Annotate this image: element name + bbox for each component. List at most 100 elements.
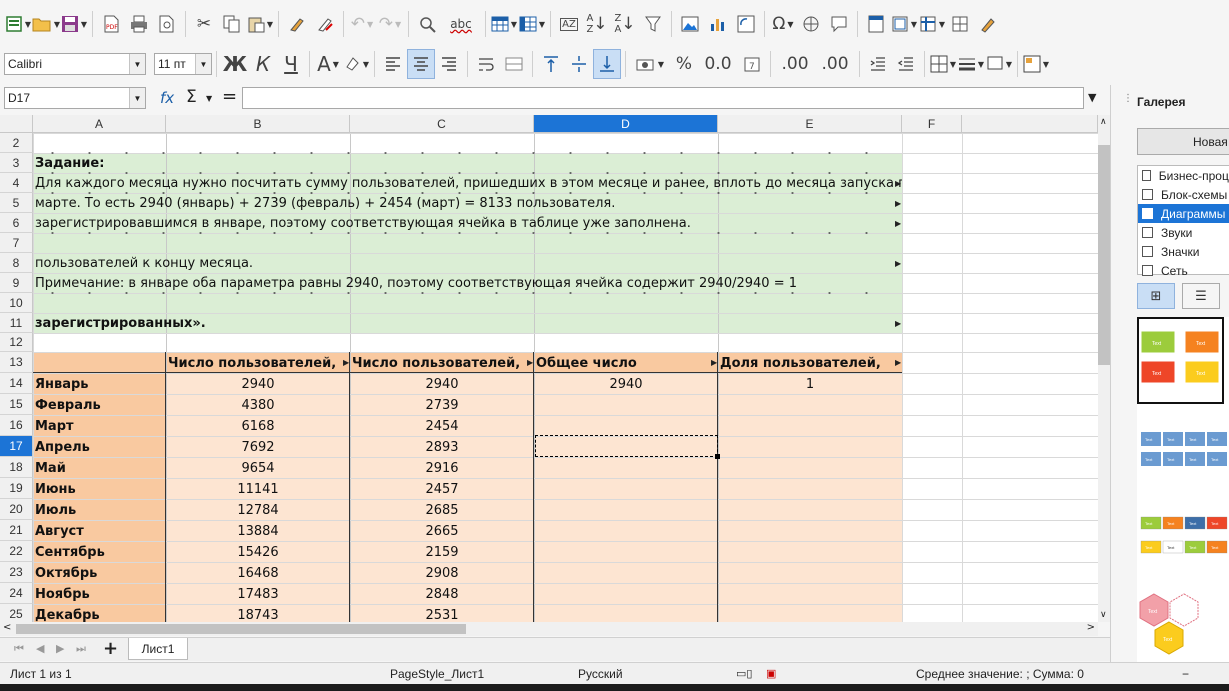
row-header[interactable]: 16 bbox=[0, 415, 33, 436]
month-cell[interactable]: Декабрь bbox=[33, 604, 166, 622]
row-header[interactable]: 25 bbox=[0, 604, 33, 622]
print-icon[interactable] bbox=[125, 9, 153, 39]
data-cell[interactable]: 6168 bbox=[166, 415, 350, 436]
row-header[interactable]: 10 bbox=[0, 293, 33, 313]
row-header[interactable]: 21 bbox=[0, 520, 33, 541]
chevron-left-icon[interactable]: < bbox=[3, 622, 11, 633]
bold-button[interactable]: Ж bbox=[221, 49, 249, 79]
data-cell[interactable]: 2940 bbox=[534, 373, 718, 394]
border-color-icon[interactable]: ▼ bbox=[985, 49, 1013, 79]
add-sheet-icon[interactable]: + bbox=[103, 638, 118, 659]
data-cell[interactable]: 2916 bbox=[350, 457, 534, 478]
data-cell[interactable]: 18743 bbox=[166, 604, 350, 622]
icon-view-icon[interactable]: ⊞ bbox=[1137, 283, 1175, 309]
data-cell[interactable]: 2739 bbox=[350, 394, 534, 415]
data-cell[interactable] bbox=[534, 583, 718, 604]
row-header[interactable]: 3 bbox=[0, 153, 33, 173]
data-cell[interactable] bbox=[718, 541, 902, 562]
task-text[interactable]: марте. То есть 2940 (январь) + 2739 (фев… bbox=[33, 193, 902, 213]
page-style[interactable]: PageStyle_Лист1 bbox=[390, 667, 484, 681]
row-header[interactable]: 9 bbox=[0, 273, 33, 293]
chart-icon[interactable] bbox=[704, 9, 732, 39]
data-cell[interactable] bbox=[534, 394, 718, 415]
data-cell[interactable]: 2159 bbox=[350, 541, 534, 562]
data-cell[interactable]: 2848 bbox=[350, 583, 534, 604]
month-cell[interactable]: Август bbox=[33, 520, 166, 541]
data-cell[interactable]: 2665 bbox=[350, 520, 534, 541]
decrease-indent-icon[interactable] bbox=[892, 49, 920, 79]
align-right-icon[interactable] bbox=[435, 49, 463, 79]
theme-item[interactable]: Звуки bbox=[1138, 223, 1229, 242]
data-cell[interactable]: 7692 bbox=[166, 436, 350, 457]
align-top-icon[interactable] bbox=[537, 49, 565, 79]
data-cell[interactable]: 2531 bbox=[350, 604, 534, 622]
detail-view-icon[interactable]: ☰ bbox=[1182, 283, 1220, 309]
data-cell[interactable] bbox=[718, 415, 902, 436]
row-header[interactable]: 17 bbox=[0, 436, 33, 457]
add-decimal-icon[interactable]: .00 bbox=[775, 49, 815, 79]
spreadsheet-grid[interactable]: A B C D E F 2 3 4 5 6 7 8 9 10 11 12 13 14 15 16 17 18 19 20 21 22… bbox=[0, 115, 1098, 622]
split-window-icon[interactable] bbox=[946, 9, 974, 39]
data-cell[interactable] bbox=[718, 520, 902, 541]
data-cell[interactable] bbox=[534, 499, 718, 520]
row-header[interactable]: 8 bbox=[0, 253, 33, 273]
data-cell[interactable] bbox=[718, 436, 902, 457]
open-icon[interactable]: ▼ bbox=[32, 9, 60, 39]
currency-format-icon[interactable]: ▼ bbox=[630, 49, 670, 79]
row-header[interactable]: 15 bbox=[0, 394, 33, 415]
last-sheet-icon[interactable]: ⏭ bbox=[76, 642, 86, 656]
clear-format-icon[interactable] bbox=[311, 9, 339, 39]
data-cell[interactable] bbox=[718, 583, 902, 604]
row-icon[interactable]: ▼ bbox=[490, 9, 518, 39]
row-header[interactable]: 24 bbox=[0, 583, 33, 604]
paste-icon[interactable]: ▼ bbox=[246, 9, 274, 39]
data-cell[interactable] bbox=[718, 562, 902, 583]
clone-format-icon[interactable] bbox=[283, 9, 311, 39]
percent-format-icon[interactable]: % bbox=[670, 49, 698, 79]
row-header[interactable]: 11 bbox=[0, 313, 33, 333]
align-bottom-icon[interactable] bbox=[593, 49, 621, 79]
borders-icon[interactable]: ▼ bbox=[929, 49, 957, 79]
table-header[interactable]: Доля пользователей, bbox=[718, 352, 902, 373]
copy-icon[interactable] bbox=[218, 9, 246, 39]
align-middle-icon[interactable] bbox=[565, 49, 593, 79]
row-header[interactable]: 2 bbox=[0, 133, 33, 153]
theme-item[interactable]: Бизнес-процессы bbox=[1138, 166, 1229, 185]
column-header-a[interactable]: A bbox=[33, 115, 166, 133]
table-header[interactable]: Число пользователей, bbox=[166, 352, 350, 373]
row-header[interactable]: 13 bbox=[0, 352, 33, 373]
month-cell[interactable]: Октябрь bbox=[33, 562, 166, 583]
export-pdf-icon[interactable]: PDF bbox=[97, 9, 125, 39]
show-draw-functions-icon[interactable] bbox=[974, 9, 1002, 39]
previous-sheet-icon[interactable]: ◀ bbox=[36, 642, 44, 655]
delete-decimal-icon[interactable]: .00 bbox=[815, 49, 855, 79]
chevron-up-icon[interactable]: ∧ bbox=[1100, 117, 1107, 127]
month-cell[interactable]: Сентябрь bbox=[33, 541, 166, 562]
data-cell[interactable]: 2685 bbox=[350, 499, 534, 520]
column-icon[interactable]: ▼ bbox=[518, 9, 546, 39]
print-preview-icon[interactable] bbox=[153, 9, 181, 39]
theme-item[interactable]: Значки bbox=[1138, 242, 1229, 261]
fill-handle[interactable] bbox=[715, 454, 720, 459]
data-cell[interactable]: 1 bbox=[718, 373, 902, 394]
redo-icon[interactable]: ↷ ▼ bbox=[376, 9, 404, 39]
data-cell[interactable] bbox=[534, 604, 718, 622]
month-cell[interactable]: Январь bbox=[33, 373, 166, 394]
date-format-icon[interactable]: 7 bbox=[738, 49, 766, 79]
data-cell[interactable] bbox=[718, 604, 902, 622]
row-header[interactable]: 6 bbox=[0, 213, 33, 233]
chevron-down-icon[interactable]: ▼ bbox=[129, 88, 145, 108]
number-format-icon[interactable]: 0.0 bbox=[698, 49, 738, 79]
image-icon[interactable] bbox=[676, 9, 704, 39]
font-name-combo[interactable]: Calibri ▼ bbox=[4, 53, 146, 75]
freeze-icon[interactable]: ▼ bbox=[918, 9, 946, 39]
column-header-e[interactable]: E bbox=[718, 115, 902, 133]
chevron-down-icon[interactable]: ∨ bbox=[1100, 610, 1107, 620]
drag-handle-icon[interactable]: ⋮ bbox=[1123, 93, 1133, 104]
task-text[interactable]: зарегистрированных». bbox=[33, 313, 902, 333]
increase-indent-icon[interactable] bbox=[864, 49, 892, 79]
data-cell[interactable]: 17483 bbox=[166, 583, 350, 604]
data-cell[interactable] bbox=[718, 478, 902, 499]
align-center-icon[interactable] bbox=[407, 49, 435, 79]
next-sheet-icon[interactable]: ▶ bbox=[56, 642, 64, 655]
